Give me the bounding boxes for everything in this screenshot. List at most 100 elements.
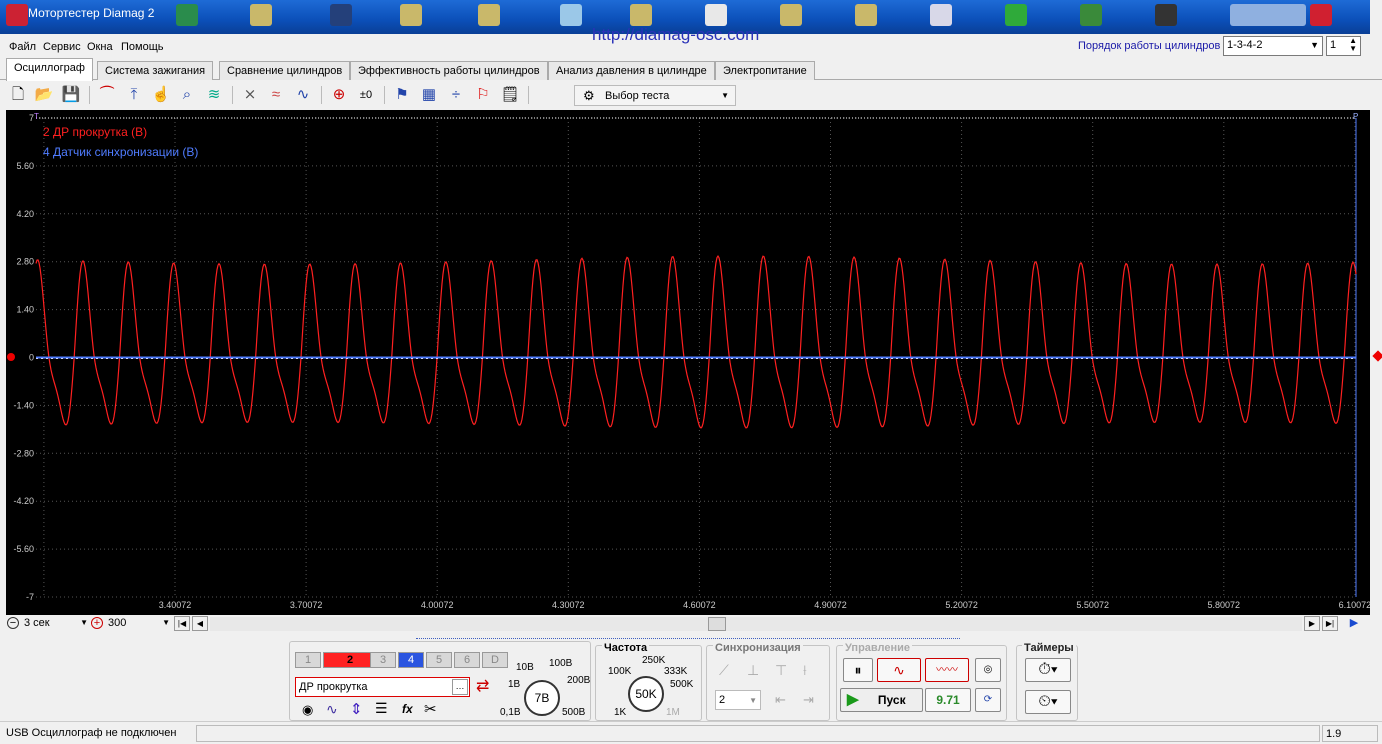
- taskbar-title[interactable]: Мотортестер Diamag 2: [28, 6, 154, 20]
- sync-center-icon[interactable]: ⇥: [803, 692, 814, 708]
- wave-select-icon[interactable]: ∿: [326, 701, 338, 718]
- taskbar-icon[interactable]: [1155, 4, 1177, 26]
- taskbar-icon[interactable]: [250, 4, 272, 26]
- measure-icon[interactable]: ⤒: [124, 85, 144, 105]
- zoom-icon[interactable]: ⌕: [177, 85, 197, 105]
- eye-icon[interactable]: ◉: [302, 702, 313, 718]
- line-style-icon[interactable]: ☰: [375, 700, 388, 717]
- waves-icon[interactable]: ∿: [293, 85, 313, 105]
- channel-2-button[interactable]: 2: [323, 652, 377, 668]
- taskbar-icon[interactable]: [176, 4, 198, 26]
- rising-edge-icon[interactable]: ⟋: [719, 662, 729, 679]
- timer-start-button[interactable]: ⏱▾: [1025, 658, 1071, 682]
- start-button[interactable]: ▶ Пуск: [840, 688, 923, 712]
- auto-run-button[interactable]: ⟳: [975, 688, 1001, 712]
- first-page-icon[interactable]: |◀: [174, 616, 190, 631]
- scroll-thumb[interactable]: [708, 617, 726, 631]
- filter-icon[interactable]: ≋: [204, 85, 224, 105]
- rising-step-icon[interactable]: ⊥: [747, 662, 759, 679]
- sync-level-icon[interactable]: ⇤: [775, 692, 786, 708]
- flag-icon[interactable]: ⚐: [473, 85, 493, 105]
- tab-pressure-analysis[interactable]: Анализ давления в цилиндре: [548, 61, 715, 80]
- sync-channel-select[interactable]: 2 ▼: [715, 690, 761, 710]
- taskbar-icon[interactable]: [400, 4, 422, 26]
- tools-icon[interactable]: ✂: [424, 700, 437, 718]
- tab-cylinder-efficiency[interactable]: Эффективность работы цилиндров: [350, 61, 548, 80]
- noise-wave-button[interactable]: 〰〰: [925, 658, 969, 682]
- tab-ignition[interactable]: Система зажигания: [97, 61, 214, 80]
- more-icon[interactable]: …: [452, 679, 468, 695]
- function-icon[interactable]: fx: [402, 702, 413, 716]
- taskbar-icon[interactable]: [1310, 4, 1332, 26]
- menu-help[interactable]: Помощь: [121, 41, 164, 53]
- taskbar-icon[interactable]: [330, 4, 352, 26]
- sine-wave-button[interactable]: ∿: [877, 658, 921, 682]
- window-controls[interactable]: [1230, 4, 1306, 26]
- channel-4-button[interactable]: 4: [398, 652, 424, 668]
- overlay-icon[interactable]: ≈: [266, 85, 286, 105]
- channel-3-button[interactable]: 3: [370, 652, 396, 668]
- split-icon[interactable]: ÷: [446, 85, 466, 105]
- zero-icon[interactable]: ±0: [356, 85, 376, 105]
- invert-icon[interactable]: ⨯: [240, 85, 260, 105]
- channel-5-button[interactable]: 5: [426, 652, 452, 668]
- taskbar-icon[interactable]: [630, 4, 652, 26]
- channel-name-field[interactable]: ДР прокрутка …: [295, 677, 470, 697]
- vertical-shift-icon[interactable]: ⇕: [350, 700, 363, 718]
- x-tick-label: 4.00072: [421, 600, 454, 610]
- link-icon[interactable]: ⇄: [476, 676, 489, 696]
- pause-button[interactable]: ⏸: [843, 658, 873, 682]
- channel-6-button[interactable]: 6: [454, 652, 480, 668]
- menu-service[interactable]: Сервис: [43, 41, 81, 53]
- notes-icon[interactable]: 🗒: [500, 85, 520, 105]
- timebase-select[interactable]: 3 сек ▼: [22, 616, 88, 632]
- volt-knob[interactable]: 7В: [524, 680, 560, 716]
- taskbar-icon[interactable]: [705, 4, 727, 26]
- tab-power-supply[interactable]: Электропитание: [715, 61, 815, 80]
- taskbar-icon[interactable]: [560, 4, 582, 26]
- taskbar-icon[interactable]: [855, 4, 877, 26]
- menu-windows[interactable]: Окна: [87, 41, 113, 53]
- menu-file[interactable]: Файл: [9, 41, 36, 53]
- open-folder-icon[interactable]: 📂: [34, 85, 54, 105]
- auto-trigger-icon[interactable]: ⊕: [329, 85, 349, 105]
- left-zero-marker[interactable]: [7, 353, 15, 361]
- scroll-track[interactable]: [210, 617, 1302, 631]
- falling-step-icon[interactable]: ⊤: [775, 662, 787, 679]
- tab-oscilloscope[interactable]: Осциллограф: [6, 58, 93, 81]
- taskbar-icon[interactable]: [780, 4, 802, 26]
- app-icon[interactable]: [6, 4, 28, 26]
- new-file-icon[interactable]: 🗋: [8, 85, 28, 105]
- tab-cylinder-compare[interactable]: Сравнение цилиндров: [219, 61, 351, 80]
- save-icon[interactable]: 💾: [61, 85, 81, 105]
- trigger-icon[interactable]: ⟊: [803, 662, 807, 679]
- taskbar-icon[interactable]: [1005, 4, 1027, 26]
- taskbar-icon[interactable]: [478, 4, 500, 26]
- grid-icon[interactable]: ▦: [419, 85, 439, 105]
- next-page-icon[interactable]: ▶: [1304, 616, 1320, 631]
- site-url[interactable]: http://diamag-osc.com: [592, 25, 759, 45]
- prev-page-icon[interactable]: ◀: [192, 616, 208, 631]
- test-select[interactable]: ⚙ Выбор теста ▼: [574, 85, 736, 106]
- taskbar-icon[interactable]: [1080, 4, 1102, 26]
- last-page-icon[interactable]: ▶|: [1322, 616, 1338, 631]
- oscilloscope-display[interactable]: 7 5.60 4.20 2.80 1.40 0 -1.40 -2.80 -4.20 -5.60 -7…: [6, 110, 1370, 615]
- channel-1-button[interactable]: 1: [295, 652, 321, 668]
- taskbar-icon[interactable]: [930, 4, 952, 26]
- minus-icon[interactable]: −: [7, 617, 19, 629]
- channel-d-button[interactable]: D: [482, 652, 508, 668]
- plus-icon[interactable]: +: [91, 617, 103, 629]
- auto-scale-button[interactable]: ◎: [975, 658, 1001, 682]
- right-zero-marker[interactable]: [1372, 350, 1382, 362]
- hand-icon[interactable]: ☝: [151, 85, 171, 105]
- points-select[interactable]: 300 ▼: [106, 616, 170, 632]
- cursor-icon[interactable]: ⏜: [97, 85, 117, 105]
- frequency-knob[interactable]: 50K: [628, 676, 664, 712]
- cylinder-order-select[interactable]: 1-3-4-2 ▼: [1223, 36, 1323, 56]
- cylinder-count-stepper[interactable]: 1 ▲ ▼: [1326, 36, 1361, 56]
- timer-stop-button[interactable]: ⏲▾: [1025, 690, 1071, 714]
- position-slider[interactable]: [416, 633, 960, 639]
- marker-icon[interactable]: ⚑: [392, 85, 412, 105]
- play-icon[interactable]: ▶: [1346, 616, 1362, 631]
- oscilloscope-plot[interactable]: 75.604.202.801.400-1.40-2.80-4.20-5.60-7…: [6, 110, 1370, 615]
